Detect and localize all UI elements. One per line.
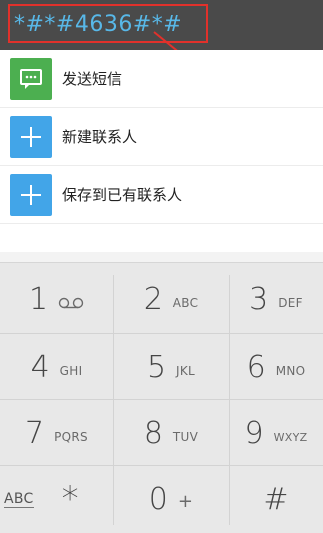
key-letters: GHI <box>59 364 83 378</box>
dialer-header: *#*#4636#*# <box>0 0 323 62</box>
keypad-divider <box>0 399 323 400</box>
dialer-suggestions: 发送短信 新建联系人 保存到已有联系人 <box>0 50 323 252</box>
key-digit: 1 <box>28 281 49 317</box>
key-letters: ABC <box>172 296 199 310</box>
key-7[interactable]: 7 PQRS <box>0 401 113 465</box>
key-digit: 8 <box>143 415 163 451</box>
key-1[interactable]: 1 <box>0 267 113 331</box>
key-3[interactable]: 3 DEF <box>229 267 323 331</box>
add-to-existing-contact-row[interactable]: 保存到已有联系人 <box>0 166 323 224</box>
key-2[interactable]: 2 ABC <box>113 267 229 331</box>
keypad-divider <box>0 333 323 334</box>
key-letters: + <box>177 490 194 512</box>
key-digit: 7 <box>25 415 45 451</box>
key-digit: 5 <box>146 349 167 385</box>
key-5[interactable]: 5 JKL <box>113 335 229 399</box>
key-letters: PQRS <box>54 430 88 444</box>
key-letters: DEF <box>278 296 303 310</box>
key-star[interactable]: ABC * <box>0 467 113 531</box>
key-digit: 2 <box>143 281 163 317</box>
add-to-existing-contact-label: 保存到已有联系人 <box>62 186 183 204</box>
plus-icon <box>10 116 52 158</box>
key-letters: WXYZ <box>273 430 308 444</box>
new-contact-row[interactable]: 新建联系人 <box>0 108 323 166</box>
dial-keypad: 1 2 ABC 3 DEF 4 GHI 5 JKL 6 MNO 7 PQRS 8… <box>0 262 323 533</box>
abc-mode-toggle[interactable]: ABC <box>4 491 34 508</box>
key-digit: * <box>61 479 79 519</box>
key-6[interactable]: 6 MNO <box>229 335 323 399</box>
key-0[interactable]: 0 + <box>113 467 229 531</box>
key-letters: TUV <box>172 430 199 444</box>
key-digit: 0 <box>148 481 168 517</box>
key-letters: MNO <box>275 364 306 378</box>
key-4[interactable]: 4 GHI <box>0 335 113 399</box>
list-spacer <box>0 224 323 252</box>
key-digit: # <box>263 481 289 517</box>
message-icon <box>10 58 52 100</box>
key-hash[interactable]: # <box>229 467 323 531</box>
voicemail-icon <box>58 297 84 309</box>
key-digit: 3 <box>249 281 269 317</box>
new-contact-label: 新建联系人 <box>62 128 138 146</box>
key-digit: 6 <box>246 349 266 385</box>
key-digit: 4 <box>30 349 50 385</box>
keypad-divider <box>0 465 323 466</box>
key-9[interactable]: 9 WXYZ <box>229 401 323 465</box>
send-sms-row[interactable]: 发送短信 <box>0 50 323 108</box>
send-sms-label: 发送短信 <box>62 70 123 88</box>
key-8[interactable]: 8 TUV <box>113 401 229 465</box>
plus-icon <box>10 174 52 216</box>
key-digit: 9 <box>244 415 264 451</box>
key-letters: JKL <box>176 364 196 378</box>
